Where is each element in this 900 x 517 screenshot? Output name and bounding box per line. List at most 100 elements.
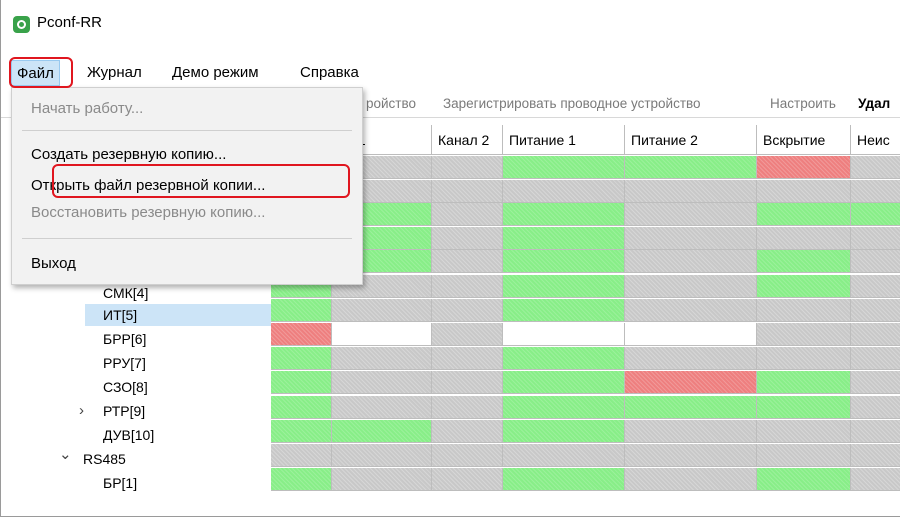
status-cell[interactable] [625,347,757,370]
status-cell[interactable] [851,156,900,179]
status-cell[interactable] [332,468,432,491]
status-cell[interactable] [757,347,851,370]
status-cell[interactable] [271,420,332,443]
column-header-channel-2[interactable]: Канал 2 [432,125,503,155]
column-header-power-1[interactable]: Питание 1 [503,125,625,155]
status-cell[interactable] [332,371,432,394]
status-cell[interactable] [503,468,625,491]
status-cell[interactable] [432,371,503,394]
tree-item-br[interactable]: БР[1] [85,472,271,494]
status-cell[interactable] [503,275,625,298]
status-cell[interactable] [271,468,332,491]
status-cell[interactable] [851,323,900,346]
status-cell[interactable] [271,371,332,394]
status-cell[interactable] [851,250,900,273]
chevron-down-icon[interactable]: ⌄ [59,444,72,466]
status-cell[interactable] [851,396,900,419]
status-cell[interactable] [503,203,625,226]
status-cell[interactable] [503,444,625,467]
status-cell[interactable] [432,299,503,322]
status-cell[interactable] [432,420,503,443]
status-cell[interactable] [851,275,900,298]
status-cell[interactable] [332,299,432,322]
menu-help[interactable]: Справка [295,60,364,86]
status-cell[interactable] [432,203,503,226]
toolbar-register-wired-device-button[interactable]: Зарегистрировать проводное устройство [443,96,701,111]
status-cell[interactable] [851,347,900,370]
status-cell[interactable] [757,227,851,250]
status-cell[interactable] [625,323,757,346]
tree-item-rtr[interactable]: › РТР[9] [79,400,271,422]
status-cell[interactable] [271,347,332,370]
column-header-power-2[interactable]: Питание 2 [625,125,757,155]
status-cell[interactable] [432,323,503,346]
menu-file[interactable]: Файл [11,60,60,86]
status-cell[interactable] [332,396,432,419]
status-cell[interactable] [757,444,851,467]
tree-item-it[interactable]: ИТ[5] [85,304,271,326]
status-cell[interactable] [851,299,900,322]
status-cell[interactable] [432,444,503,467]
status-cell[interactable] [625,275,757,298]
menu-item-create-backup[interactable]: Создать резервную копию... [31,146,226,163]
tree-item-rs485[interactable]: ⌄ RS485 [59,446,271,470]
status-cell[interactable] [851,180,900,203]
status-cell[interactable] [432,468,503,491]
status-cell[interactable] [625,227,757,250]
status-cell[interactable] [332,444,432,467]
status-cell[interactable] [757,420,851,443]
status-cell[interactable] [332,347,432,370]
chevron-right-icon[interactable]: › [79,400,84,422]
tree-item-duv[interactable]: ДУВ[10] [85,424,271,446]
menu-item-open-backup-file[interactable]: Открыть файл резервной копии... [31,177,265,194]
status-cell[interactable] [625,203,757,226]
toolbar-register-device-button[interactable]: ройство [366,96,416,111]
menu-item-restore-backup[interactable]: Восстановить резервную копию... [31,204,265,221]
status-cell[interactable] [332,323,432,346]
status-cell[interactable] [503,347,625,370]
menu-item-start-work[interactable]: Начать работу... [31,100,143,117]
status-cell[interactable] [851,371,900,394]
menu-demo-mode[interactable]: Демо режим [167,60,264,86]
status-cell[interactable] [271,444,332,467]
status-cell[interactable] [757,323,851,346]
status-cell[interactable] [271,299,332,322]
status-cell[interactable] [757,203,851,226]
column-header-tamper[interactable]: Вскрытие [757,125,851,155]
status-cell[interactable] [625,180,757,203]
status-cell[interactable] [271,396,332,419]
status-cell[interactable] [757,156,851,179]
status-cell[interactable] [503,420,625,443]
status-cell[interactable] [757,371,851,394]
status-cell[interactable] [625,250,757,273]
status-cell[interactable] [757,468,851,491]
status-cell[interactable] [503,156,625,179]
status-cell[interactable] [757,250,851,273]
tree-item-smk[interactable]: СМК[4] [85,282,271,304]
status-cell[interactable] [503,299,625,322]
tree-item-brr[interactable]: БРР[6] [85,328,271,350]
status-cell[interactable] [432,275,503,298]
status-cell[interactable] [271,323,332,346]
status-cell[interactable] [432,180,503,203]
status-cell[interactable] [625,396,757,419]
toolbar-configure-button[interactable]: Настроить [770,96,836,111]
status-cell[interactable] [332,420,432,443]
status-cell[interactable] [625,299,757,322]
status-cell[interactable] [757,299,851,322]
tree-item-szo[interactable]: СЗО[8] [85,376,271,398]
column-header-fault[interactable]: Неис [851,125,900,155]
toolbar-delete-button[interactable]: Удал [858,96,890,111]
status-cell[interactable] [432,227,503,250]
status-cell[interactable] [625,444,757,467]
status-cell[interactable] [503,180,625,203]
status-cell[interactable] [625,156,757,179]
status-cell[interactable] [851,468,900,491]
status-cell[interactable] [625,371,757,394]
status-cell[interactable] [503,323,625,346]
status-cell[interactable] [625,468,757,491]
status-cell[interactable] [432,250,503,273]
menu-journal[interactable]: Журнал [82,60,147,86]
status-cell[interactable] [432,347,503,370]
status-cell[interactable] [503,227,625,250]
